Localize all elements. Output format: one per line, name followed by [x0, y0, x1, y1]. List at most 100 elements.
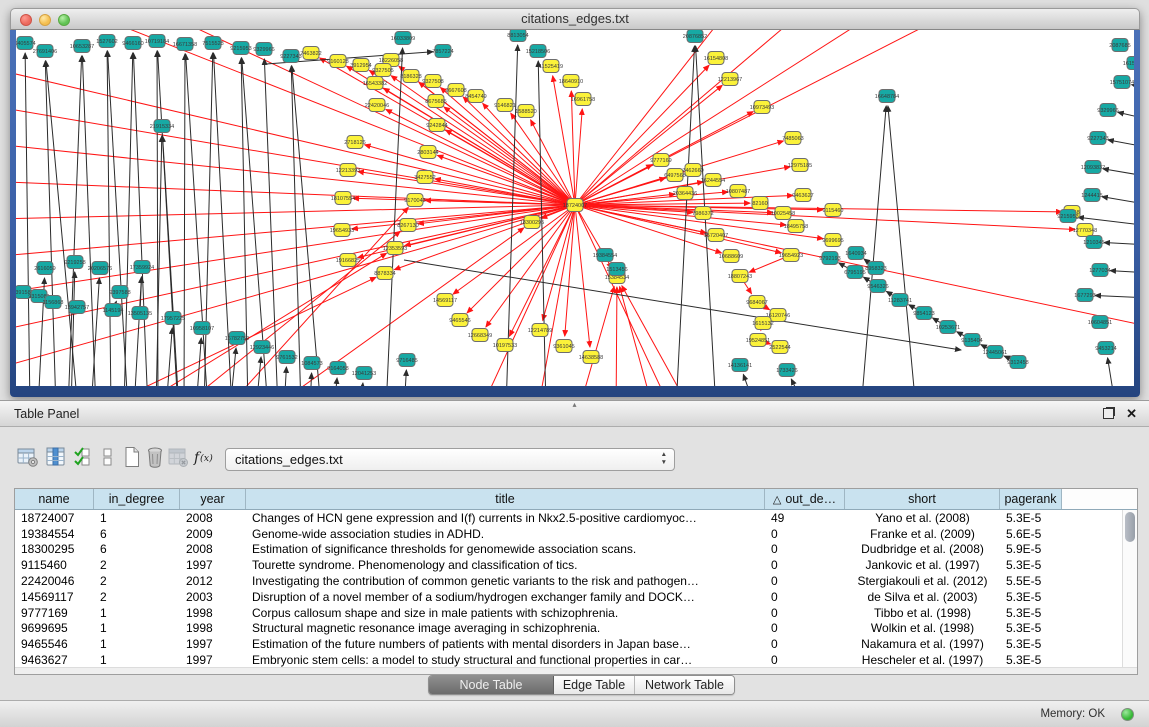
graph-node[interactable]: 12668349: [468, 329, 492, 342]
tab-node-table[interactable]: Node Table: [429, 676, 554, 694]
graph-node[interactable]: 11283741: [888, 294, 912, 307]
table-row[interactable]: 977716911998Corpus callosum shape and si…: [15, 605, 1137, 621]
column-header-short[interactable]: short: [845, 489, 1000, 509]
graph-node[interactable]: 12214789: [528, 324, 552, 337]
graph-node[interactable]: 21915334: [150, 120, 174, 133]
graph-node[interactable]: 1210345: [1083, 236, 1104, 249]
graph-node[interactable]: 9215953: [230, 42, 251, 55]
graph-node[interactable]: 10807487: [726, 185, 750, 198]
graph-node[interactable]: 8958323: [865, 262, 886, 275]
table-row[interactable]: 946554611997Estimation of the future num…: [15, 636, 1137, 652]
minimize-window-button[interactable]: [39, 14, 51, 26]
graph-node[interactable]: 12975185: [788, 159, 812, 172]
graph-node[interactable]: 7485063: [782, 132, 803, 145]
window-titlebar[interactable]: citations_edges.txt: [10, 8, 1140, 30]
graph-node[interactable]: 2803144: [417, 146, 438, 159]
graph-node[interactable]: 1513456: [606, 263, 627, 276]
float-panel-icon[interactable]: [1103, 408, 1114, 419]
graph-node[interactable]: 9146821: [494, 99, 515, 112]
column-header-title[interactable]: title: [246, 489, 765, 509]
graph-node[interactable]: 9170043: [404, 194, 425, 207]
graph-node[interactable]: 9792193: [819, 252, 840, 265]
scrollbar-thumb[interactable]: [1125, 512, 1135, 542]
graph-node[interactable]: 7986372: [692, 207, 713, 220]
graph-node[interactable]: 16154808: [704, 52, 728, 65]
graph-node[interactable]: 7857224: [432, 45, 453, 58]
graph-node[interactable]: 9327505: [372, 64, 393, 77]
graph-node[interactable]: 9329966: [253, 43, 274, 56]
graph-node[interactable]: 9135404: [961, 334, 982, 347]
graph-node[interactable]: 9854123: [913, 307, 934, 320]
graph-node[interactable]: 2522544: [769, 341, 790, 354]
column-header-name[interactable]: name: [15, 489, 94, 509]
graph-node[interactable]: 2718126: [344, 136, 365, 149]
graph-node[interactable]: 20364436: [673, 187, 697, 200]
graph-node[interactable]: 9164058: [327, 362, 348, 375]
graph-node[interactable]: 14569117: [433, 294, 457, 307]
graph-node[interactable]: 8813054: [507, 30, 528, 42]
graph-node[interactable]: 3912954: [350, 59, 371, 72]
table-row[interactable]: 911546021997Tourette syndrome. Phenomeno…: [15, 557, 1137, 573]
function-builder-icon[interactable]: f(x): [192, 444, 218, 470]
graph-node[interactable]: 1640934: [845, 247, 866, 260]
graph-node[interactable]: 9160128: [327, 55, 348, 68]
graph-node[interactable]: 1277034: [1089, 264, 1110, 277]
graph-node[interactable]: 18640910: [559, 75, 583, 88]
graph-node[interactable]: 9405574: [16, 37, 36, 50]
show-columns-icon[interactable]: [43, 444, 69, 470]
tab-network-table[interactable]: Network Table: [635, 676, 734, 694]
graph-node[interactable]: 17957225: [161, 312, 185, 325]
graph-node[interactable]: 16154809: [1123, 57, 1134, 70]
graph-node[interactable]: 12093832: [1081, 161, 1105, 174]
table-row[interactable]: 969969511998Structural magnetic resonanc…: [15, 621, 1137, 637]
graph-node[interactable]: 7462660: [682, 164, 703, 177]
graph-node[interactable]: 82160: [752, 197, 768, 210]
graph-node[interactable]: 10653287: [70, 40, 94, 53]
graph-node[interactable]: 14638588: [579, 351, 603, 364]
graph-node[interactable]: 9684067: [746, 296, 767, 309]
graph-node[interactable]: 8675685: [425, 95, 446, 108]
column-header-pagerank[interactable]: pagerank: [1000, 489, 1062, 509]
graph-node[interactable]: 14136141: [728, 359, 752, 372]
graph-node[interactable]: 9716485: [396, 354, 417, 367]
graph-node[interactable]: 9215953: [1057, 210, 1078, 223]
graph-node[interactable]: 15218506: [526, 45, 550, 58]
graph-node[interactable]: 22420046: [365, 99, 389, 112]
table-row[interactable]: 1830029562008Estimation of significance …: [15, 542, 1137, 558]
graph-node[interactable]: 9227343: [1087, 132, 1108, 145]
graph-node[interactable]: 1145194: [102, 304, 123, 317]
graph-node[interactable]: 12923446: [250, 341, 274, 354]
graph-node[interactable]: 9329966: [1097, 104, 1118, 117]
graph-node[interactable]: 10958107: [190, 322, 214, 335]
graph-node[interactable]: 1677293: [1074, 289, 1095, 302]
graph-node[interactable]: 9361045: [553, 340, 574, 353]
graph-node[interactable]: 20206576: [88, 262, 112, 275]
graph-node[interactable]: 9219258: [64, 256, 85, 269]
graph-node[interactable]: 18807243: [728, 270, 752, 283]
graph-node[interactable]: 9312458: [1007, 356, 1028, 369]
graph-node[interactable]: 9777169: [650, 154, 671, 167]
graph-node[interactable]: 16033809: [391, 32, 415, 45]
graph-node[interactable]: 8878334: [374, 267, 395, 280]
graph-node[interactable]: 1615132: [752, 317, 773, 330]
column-header-out_de[interactable]: △out_de…: [765, 489, 845, 509]
graph-node[interactable]: 9227343: [280, 50, 301, 63]
graph-node[interactable]: 10688609: [719, 250, 743, 263]
table-mode-icon[interactable]: [15, 444, 41, 470]
graph-node[interactable]: 9397588: [109, 286, 130, 299]
graph-node[interactable]: 17359924: [130, 261, 154, 274]
graph-node[interactable]: 1733426: [776, 364, 797, 377]
table-source-dropdown[interactable]: citations_edges.txt ▲▼: [225, 448, 675, 471]
unselect-all-icon[interactable]: [95, 444, 121, 470]
delete-table-icon[interactable]: [165, 444, 191, 470]
graph-node[interactable]: 9466160: [122, 37, 143, 50]
vertical-scrollbar[interactable]: [1122, 510, 1137, 667]
graph-node[interactable]: 19654933: [330, 224, 354, 237]
graph-node[interactable]: 16244554: [701, 174, 725, 187]
table-row[interactable]: 946362711997Embryonic stem cells: a mode…: [15, 652, 1137, 668]
table-row[interactable]: 1872400712008Changes of HCN gene express…: [15, 510, 1137, 526]
graph-node[interactable]: 9465546: [449, 314, 470, 327]
graph-node[interactable]: 9242844: [426, 119, 447, 132]
graph-node[interactable]: 2087685: [1109, 39, 1130, 52]
graph-node[interactable]: 12041253: [352, 367, 376, 380]
